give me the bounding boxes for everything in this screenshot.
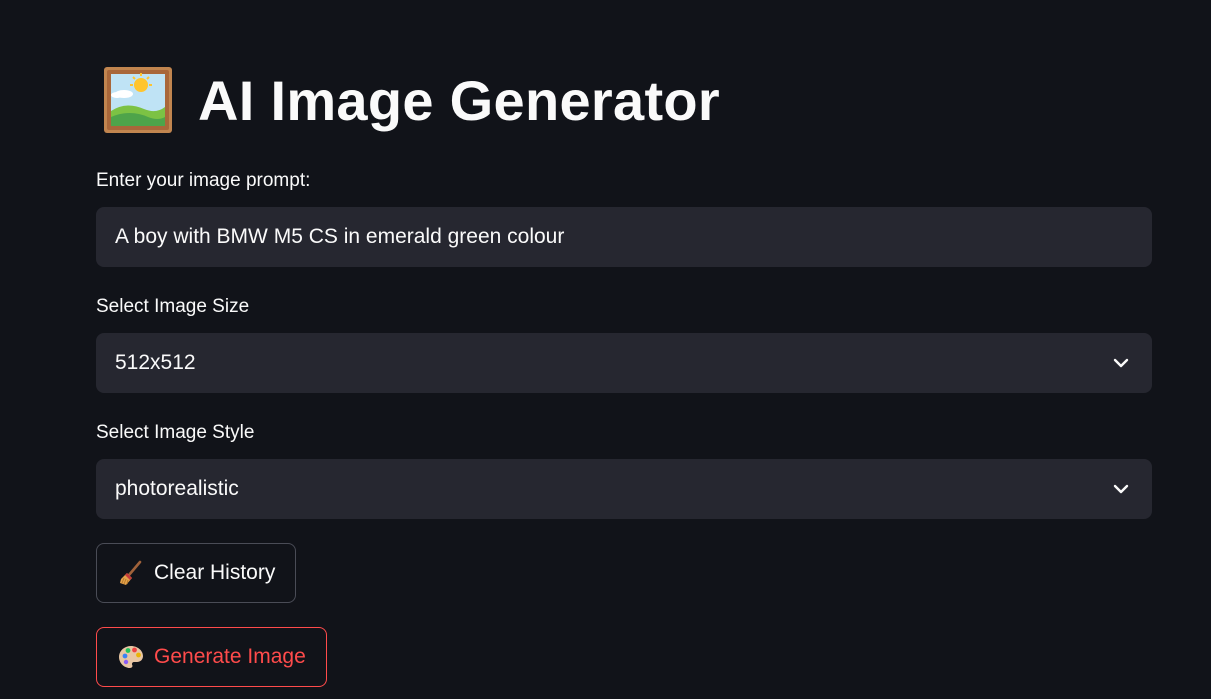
prompt-label: Enter your image prompt: <box>96 170 311 191</box>
clear-history-button[interactable]: Clear History <box>96 543 297 603</box>
prompt-input-wrapper[interactable] <box>96 207 1152 267</box>
generate-image-button[interactable]: Generate Image <box>96 627 327 687</box>
broom-icon <box>118 560 144 586</box>
page-title: AI Image Generator <box>198 68 721 132</box>
chevron-down-icon[interactable] <box>1112 480 1130 498</box>
style-select[interactable]: photorealistic <box>96 459 1152 519</box>
prompt-input[interactable] <box>115 225 1152 249</box>
size-select-value: 512x512 <box>115 351 196 374</box>
style-select-value: photorealistic <box>115 477 239 500</box>
framed-picture-icon <box>104 67 172 133</box>
style-select-label: Select Image Style <box>96 422 255 443</box>
clear-history-label: Clear History <box>154 561 276 584</box>
generate-image-label: Generate Image <box>154 645 306 668</box>
chevron-down-icon[interactable] <box>1112 354 1130 372</box>
palette-icon <box>118 644 144 670</box>
page-header: AI Image Generator <box>104 64 720 136</box>
size-select[interactable]: 512x512 <box>96 333 1152 393</box>
size-select-label: Select Image Size <box>96 296 250 317</box>
